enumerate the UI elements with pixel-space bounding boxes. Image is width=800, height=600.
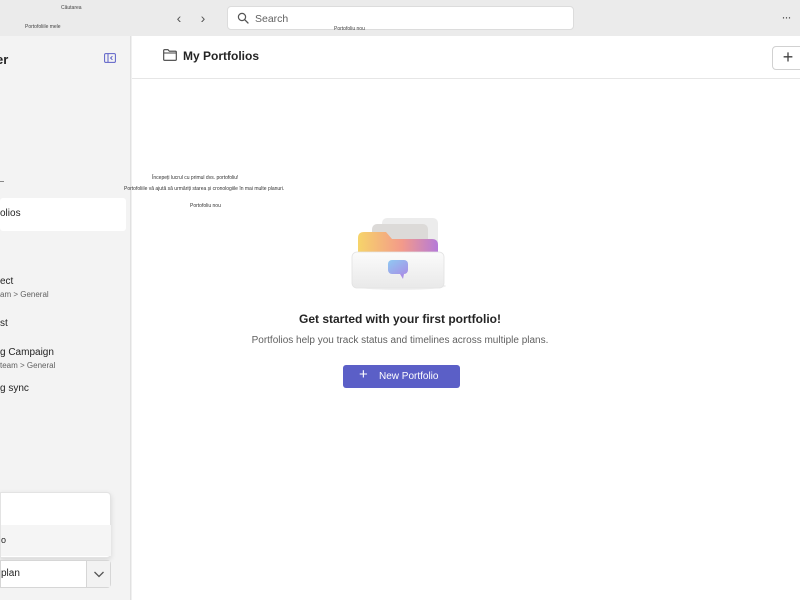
new-portfolio-button[interactable]: + New Portfolio (343, 365, 460, 388)
chevron-down-icon (94, 571, 104, 578)
sidebar-item-sync[interactable]: g sync (0, 383, 126, 399)
plan-select[interactable]: plan (0, 560, 111, 588)
tip-heading: Începeți lucrul cu primul dvs. portofoli… (152, 175, 239, 181)
sidebar-item-sublabel: am > General (0, 290, 49, 299)
search-icon (237, 12, 249, 24)
more-options-button[interactable]: ··· (778, 10, 794, 24)
sidebar-item-label: olios (0, 208, 21, 219)
popup-menu-item[interactable] (1, 494, 111, 525)
sidebar-item-label: g sync (0, 383, 29, 394)
new-portfolio-label: New Portfolio (379, 371, 439, 382)
portfolio-box-illustration-icon (351, 218, 446, 290)
tiny-search-hint: Portofoliu nou (334, 26, 365, 32)
tip-description: Portofoliile vă ajută să urmăriți starea… (124, 186, 285, 192)
main-header: My Portfolios + (132, 36, 800, 79)
empty-state-description: Portfolios help you track status and tim… (251, 335, 549, 346)
forward-button[interactable]: › (196, 10, 210, 26)
sidebar-app-title: er (0, 52, 9, 67)
back-button[interactable]: ‹ (172, 10, 186, 26)
plan-select-toggle[interactable] (86, 561, 110, 587)
sidebar-divider-mark (0, 181, 4, 182)
folder-icon (163, 49, 177, 61)
collapse-sidebar-icon[interactable] (104, 53, 116, 63)
plus-icon: + (359, 366, 368, 383)
sidebar-item-my-portfolios[interactable]: olios (0, 198, 126, 231)
tiny-window-title: Căutarea (61, 5, 82, 11)
tip-new-portfolio: Portofoliu nou (190, 203, 221, 209)
tiny-window-subtitle: Portofoliile mele (25, 24, 61, 30)
sidebar-item-label: g Campaign (0, 347, 54, 358)
empty-state-title: Get started with your first portfolio! (298, 312, 501, 326)
sidebar-item-label: ect (0, 276, 14, 287)
search-box[interactable] (227, 6, 574, 30)
sidebar-item-sublabel: team > General (0, 361, 56, 370)
add-button[interactable]: + (772, 46, 800, 70)
search-input[interactable] (255, 11, 555, 27)
sidebar-item-campaign[interactable]: g Campaign team > General (0, 347, 126, 377)
popup-menu-item[interactable]: o (1, 525, 111, 556)
page-title: My Portfolios (183, 49, 260, 63)
sidebar-item-project[interactable]: ect am > General (0, 276, 126, 306)
top-bar: Căutarea Portofoliile mele ‹ › Portofoli… (0, 0, 800, 36)
plan-select-value: plan (1, 568, 20, 579)
sidebar-popup-menu: o (0, 492, 111, 558)
